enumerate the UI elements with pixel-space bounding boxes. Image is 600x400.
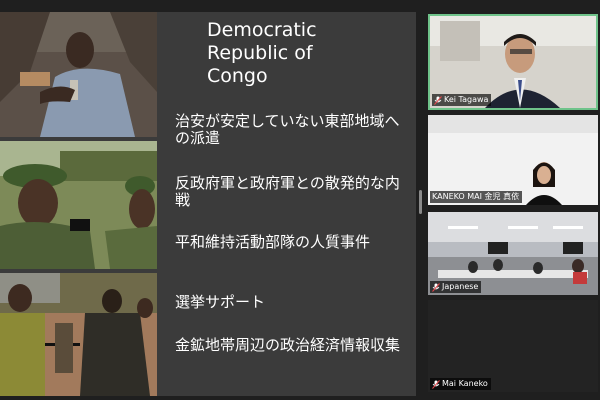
participant-tile-japanese[interactable]: Japanese xyxy=(428,212,598,295)
slide-bullet-4: 選挙サポート xyxy=(175,293,266,311)
mic-muted-icon xyxy=(434,95,442,105)
participant-tile-kei-tagawa[interactable]: Kei Tagawa xyxy=(428,14,598,110)
participant-name: Japanese xyxy=(442,282,479,291)
slide-bullet-3: 平和維持活動部隊の人質事件 xyxy=(175,233,371,251)
participant-name: KANEKO MAI 金児 真依 xyxy=(432,192,520,201)
slide-photo-armed-group xyxy=(0,273,157,396)
participant-name-tag: Kei Tagawa xyxy=(432,94,492,106)
slide-photo-soldiers xyxy=(0,141,157,269)
participant-tile-mai-kaneko[interactable]: Mai Kaneko xyxy=(428,300,598,392)
participant-name: Mai Kaneko xyxy=(442,379,488,388)
participant-tile-kaneko-mai[interactable]: KANEKO MAI 金児 真依 xyxy=(428,115,598,205)
slide-photo-miner xyxy=(0,12,157,137)
participant-name-tag: Japanese xyxy=(430,281,482,293)
mic-muted-icon xyxy=(432,379,440,389)
panel-resize-handle[interactable] xyxy=(419,190,422,214)
participant-name-tag: KANEKO MAI 金児 真依 xyxy=(430,191,523,203)
meeting-window: Democratic Republic of Congo 治安が安定していない東… xyxy=(0,0,600,400)
participant-name: Kei Tagawa xyxy=(444,95,489,104)
slide-bullet-1: 治安が安定していない東部地域への派遣 xyxy=(175,112,400,147)
shared-slide: Democratic Republic of Congo 治安が安定していない東… xyxy=(0,12,416,396)
slide-bullet-2: 反政府軍と政府軍との散発的な内戦 xyxy=(175,174,400,209)
participant-name-tag: Mai Kaneko xyxy=(430,378,491,390)
slide-bullet-5: 金鉱地帯周辺の政治経済情報収集 xyxy=(175,336,401,354)
mic-muted-icon xyxy=(432,282,440,292)
slide-title: Democratic Republic of Congo xyxy=(207,19,317,87)
